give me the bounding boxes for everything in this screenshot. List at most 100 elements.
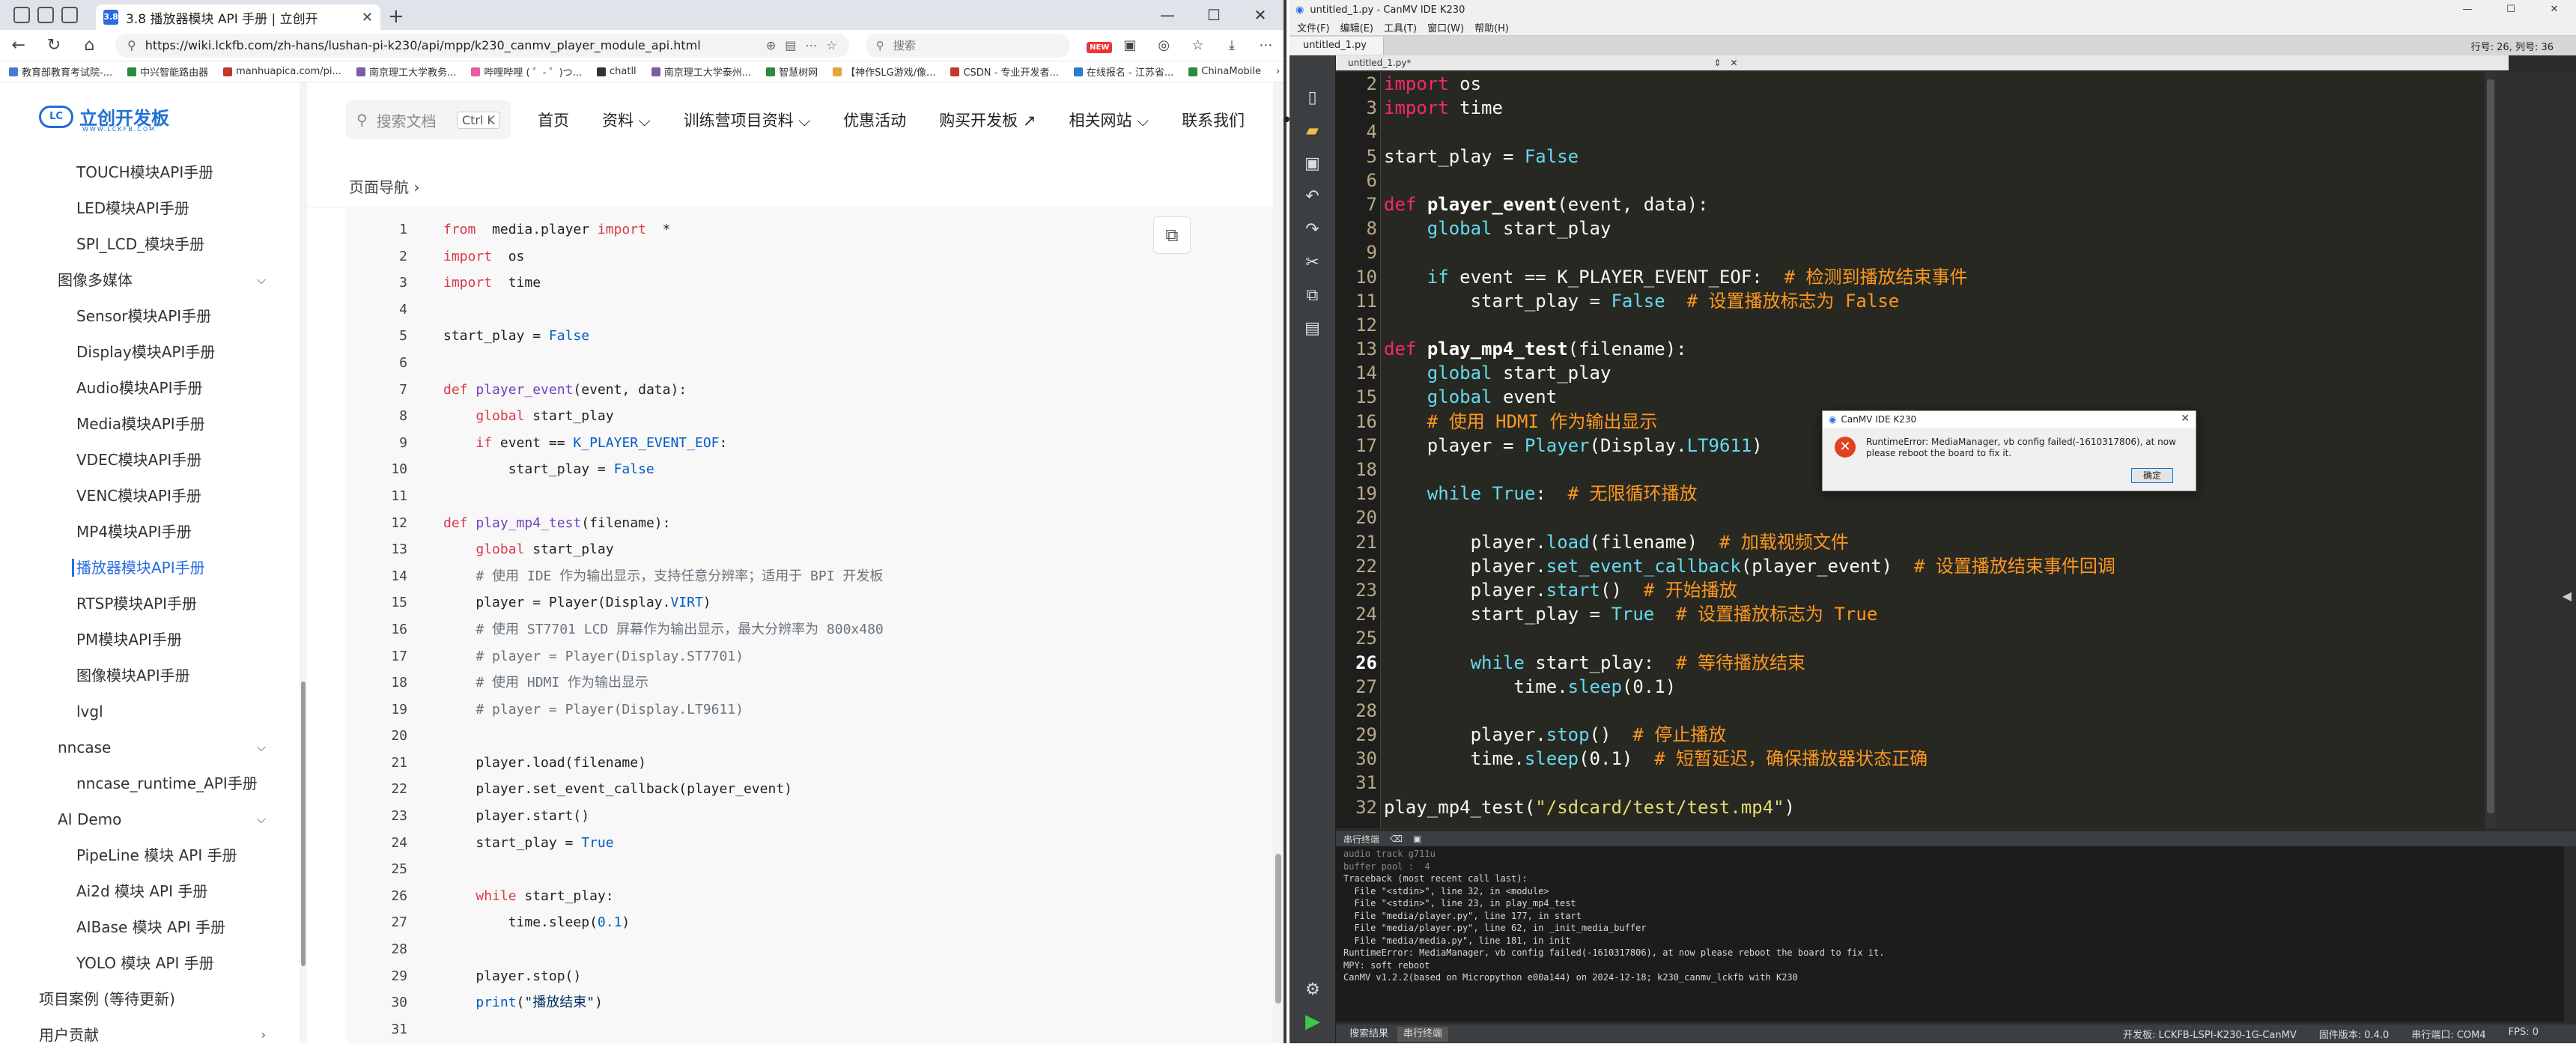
sidebar-item[interactable]: lvgl <box>0 694 296 729</box>
sidebar-item[interactable]: Display模块API手册 <box>0 334 296 370</box>
ide-menu-item[interactable]: 编辑(E) <box>1340 20 1373 34</box>
nav-link[interactable]: 训练营项目资料 ⌵ <box>684 109 811 131</box>
paste-icon[interactable]: ▤ <box>1298 316 1328 340</box>
sidebar-item[interactable]: TOUCH模块API手册 <box>0 154 296 190</box>
bookmark-item[interactable]: ChinaMobile <box>1188 66 1261 77</box>
terminal-save-icon[interactable]: ▣ <box>1413 834 1421 844</box>
ide-subtab-label[interactable]: untitled_1.py* <box>1348 58 1411 68</box>
close-window-icon[interactable]: ✕ <box>1237 0 1284 30</box>
connect-icon[interactable]: ⚙ <box>1298 977 1328 1001</box>
ide-maximize-icon[interactable]: ☐ <box>2489 0 2533 19</box>
terminal-clear-icon[interactable]: ⌫ <box>1390 834 1403 844</box>
home-icon[interactable]: ⌂ <box>80 36 99 55</box>
sidebar-item[interactable]: SPI_LCD_模块手册 <box>0 226 296 262</box>
nav-link[interactable]: 购买开发板 ↗ <box>939 109 1036 131</box>
bookmarks-overflow-icon[interactable]: › <box>1276 66 1280 77</box>
nav-link[interactable]: 首页 <box>538 109 569 131</box>
browser-tab-active[interactable]: 3.8 3.8 播放器模块 API 手册 | 立创开 ✕ <box>96 4 380 30</box>
ide-close-icon[interactable]: ✕ <box>2533 0 2576 19</box>
wallet-icon[interactable]: ▣ <box>1121 37 1138 53</box>
ide-file-tab[interactable]: untitled_1.py <box>1289 37 1384 55</box>
downloads-icon[interactable]: ⤓ <box>1223 37 1240 53</box>
extension-icon[interactable]: NEW <box>1087 37 1113 53</box>
ide-menu-item[interactable]: 文件(F) <box>1297 20 1330 34</box>
sidebar-scrollbar[interactable] <box>300 82 307 1043</box>
cut-icon[interactable]: ✂ <box>1298 250 1328 274</box>
sidebar-item[interactable]: AI Demo ⌵ <box>0 801 296 837</box>
bookmark-item[interactable]: CSDN - 专业开发者... <box>950 64 1059 79</box>
nav-link[interactable]: 联系我们 <box>1182 109 1245 131</box>
sync-icon[interactable]: ◎ <box>1155 37 1173 53</box>
browser-menu-icon[interactable]: ⋯ <box>1257 37 1275 53</box>
tab-split-icon[interactable]: ⇕ <box>1713 58 1721 68</box>
workspaces-icon[interactable] <box>37 7 54 23</box>
bookmark-item[interactable]: manhuapica.com/pi... <box>223 66 341 77</box>
sidebar-item[interactable]: VDEC模块API手册 <box>0 442 296 478</box>
dialog-close-icon[interactable]: ✕ <box>2181 413 2190 425</box>
zoom-icon[interactable]: ⊕ <box>766 38 776 52</box>
bookmark-item[interactable]: 哔哩哔哩 ( ゜- ゜)つ... <box>471 64 582 79</box>
profile-icon[interactable] <box>13 7 30 23</box>
sidebar-scroll-thumb[interactable] <box>301 682 306 966</box>
minimize-icon[interactable]: — <box>1144 0 1191 30</box>
refresh-icon[interactable]: ↻ <box>44 36 63 55</box>
serial-terminal[interactable]: audio track g711u buffer pool : 4 Tracebac… <box>1336 846 2564 1022</box>
back-icon[interactable]: ← <box>9 36 28 55</box>
sidebar-item[interactable]: LED模块API手册 <box>0 190 296 226</box>
redo-icon[interactable]: ↷ <box>1298 217 1328 241</box>
new-file-icon[interactable]: ▯ <box>1298 85 1328 109</box>
browser-search-box[interactable]: ⚲ 搜索 <box>865 33 1071 58</box>
bookmark-item[interactable]: 南京理工大学教务... <box>356 64 456 79</box>
sidebar-item[interactable]: nncase_runtime_API手册 <box>0 765 296 801</box>
sidebar-item[interactable]: AIBase 模块 API 手册 <box>0 909 296 945</box>
editor-scrollbar[interactable] <box>2485 72 2497 828</box>
page-scrollbar[interactable] <box>1273 82 1284 1043</box>
sidebar-item[interactable]: VENC模块API手册 <box>0 478 296 514</box>
sidebar-item[interactable]: 图像多媒体 ⌵ <box>0 262 296 298</box>
sidebar-item[interactable]: Audio模块API手册 <box>0 370 296 406</box>
sidebar-item[interactable]: 用户贡献 › <box>0 1017 296 1053</box>
sidebar-item[interactable]: Media模块API手册 <box>0 406 296 442</box>
tab-actions-icon[interactable] <box>61 7 78 23</box>
status-tab[interactable]: 搜索结果 <box>1343 1027 1394 1042</box>
ide-menu-item[interactable]: 帮助(H) <box>1474 20 1509 34</box>
editor-scroll-thumb[interactable] <box>2487 79 2494 813</box>
ide-menu-item[interactable]: 工具(T) <box>1384 20 1417 34</box>
sidebar-item[interactable]: 播放器模块API手册 <box>0 550 296 586</box>
dialog-ok-button[interactable]: 确定 <box>2131 468 2173 483</box>
bookmark-item[interactable]: 智慧树网 <box>766 64 818 79</box>
sidebar-item[interactable]: PipeLine 模块 API 手册 <box>0 837 296 873</box>
run-icon[interactable]: ▶ <box>1289 1010 1336 1033</box>
sidebar-item[interactable]: RTSP模块API手册 <box>0 586 296 622</box>
status-tab[interactable]: 串行终端 <box>1397 1026 1449 1042</box>
bookmark-item[interactable]: chatll <box>597 66 637 77</box>
site-info-icon[interactable]: ⚲ <box>127 38 136 52</box>
sidebar-item[interactable]: 项目案例 (等待更新) <box>0 981 296 1017</box>
nav-link[interactable]: 优惠活动 <box>843 109 906 131</box>
favorites-icon[interactable]: ☆ <box>1189 37 1206 53</box>
bookmark-item[interactable]: 【神作SLG游戏/像... <box>833 64 935 79</box>
nav-link[interactable]: 资料 ⌵ <box>602 109 651 131</box>
undo-icon[interactable]: ↶ <box>1298 184 1328 208</box>
favorite-star-icon[interactable]: ☆ <box>826 38 836 52</box>
save-icon[interactable]: ▣ <box>1298 151 1328 175</box>
maximize-icon[interactable]: ☐ <box>1191 0 1237 30</box>
sidebar-item[interactable]: MP4模块API手册 <box>0 514 296 550</box>
sidebar-item[interactable]: 图像模块API手册 <box>0 658 296 694</box>
sidebar-item[interactable]: Sensor模块API手册 <box>0 298 296 334</box>
nav-link[interactable]: 相关网站 ⌵ <box>1069 109 1149 131</box>
url-bar[interactable]: ⚲ https://wiki.lckfb.com/zh-hans/lushan-… <box>115 33 849 58</box>
sidebar-item[interactable]: PM模块API手册 <box>0 622 296 658</box>
bookmark-item[interactable]: 教育部教育考试院-... <box>9 64 112 79</box>
sidebar-item[interactable]: Ai2d 模块 API 手册 <box>0 873 296 909</box>
tab-close-icon[interactable]: ✕ <box>362 10 373 25</box>
more-url-icon[interactable]: ⋯ <box>805 38 817 52</box>
collapse-panel-icon[interactable]: ◀ <box>2563 589 2572 603</box>
sidebar-item[interactable]: YOLO 模块 API 手册 <box>0 945 296 981</box>
open-folder-icon[interactable]: ▰ <box>1298 118 1328 142</box>
bookmark-item[interactable]: 中兴智能路由器 <box>127 64 208 79</box>
sidebar-item[interactable]: nncase ⌵ <box>0 729 296 765</box>
bookmark-item[interactable]: 在线报名 - 江苏省... <box>1073 64 1173 79</box>
copy-code-button[interactable]: ⧉ <box>1153 216 1191 254</box>
tab-close-icon[interactable]: ✕ <box>1731 58 1738 68</box>
